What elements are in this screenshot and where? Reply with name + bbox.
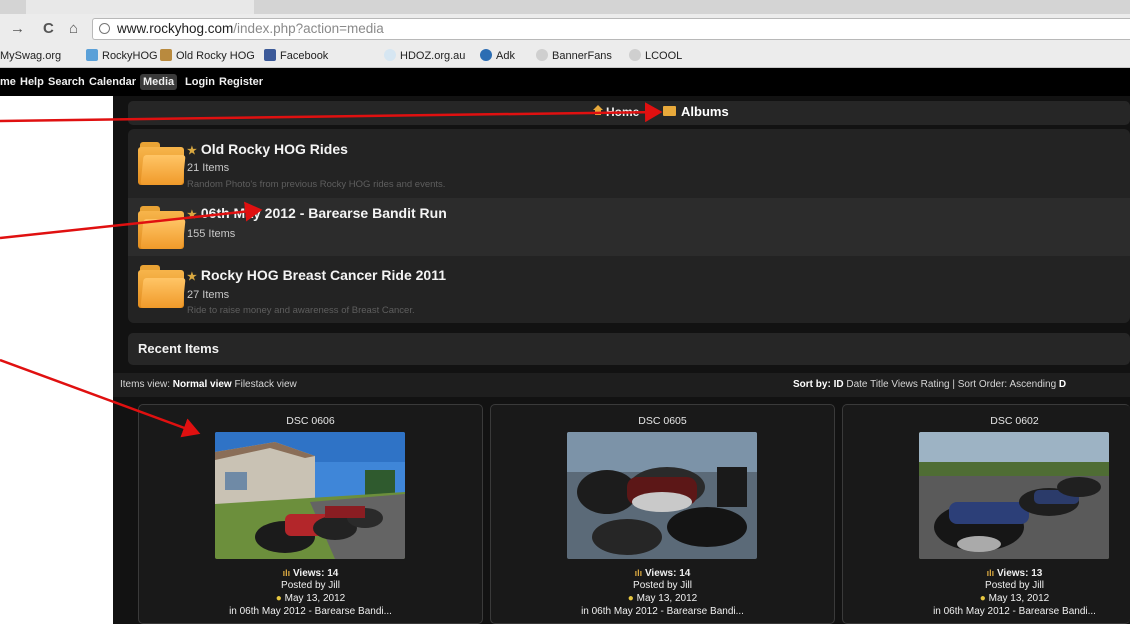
annotation-arrow-albums (0, 102, 663, 123)
annotation-arrow-thumbnail (0, 358, 201, 438)
annotation-arrows (0, 102, 663, 438)
annotation-arrow-album-row (0, 201, 263, 240)
